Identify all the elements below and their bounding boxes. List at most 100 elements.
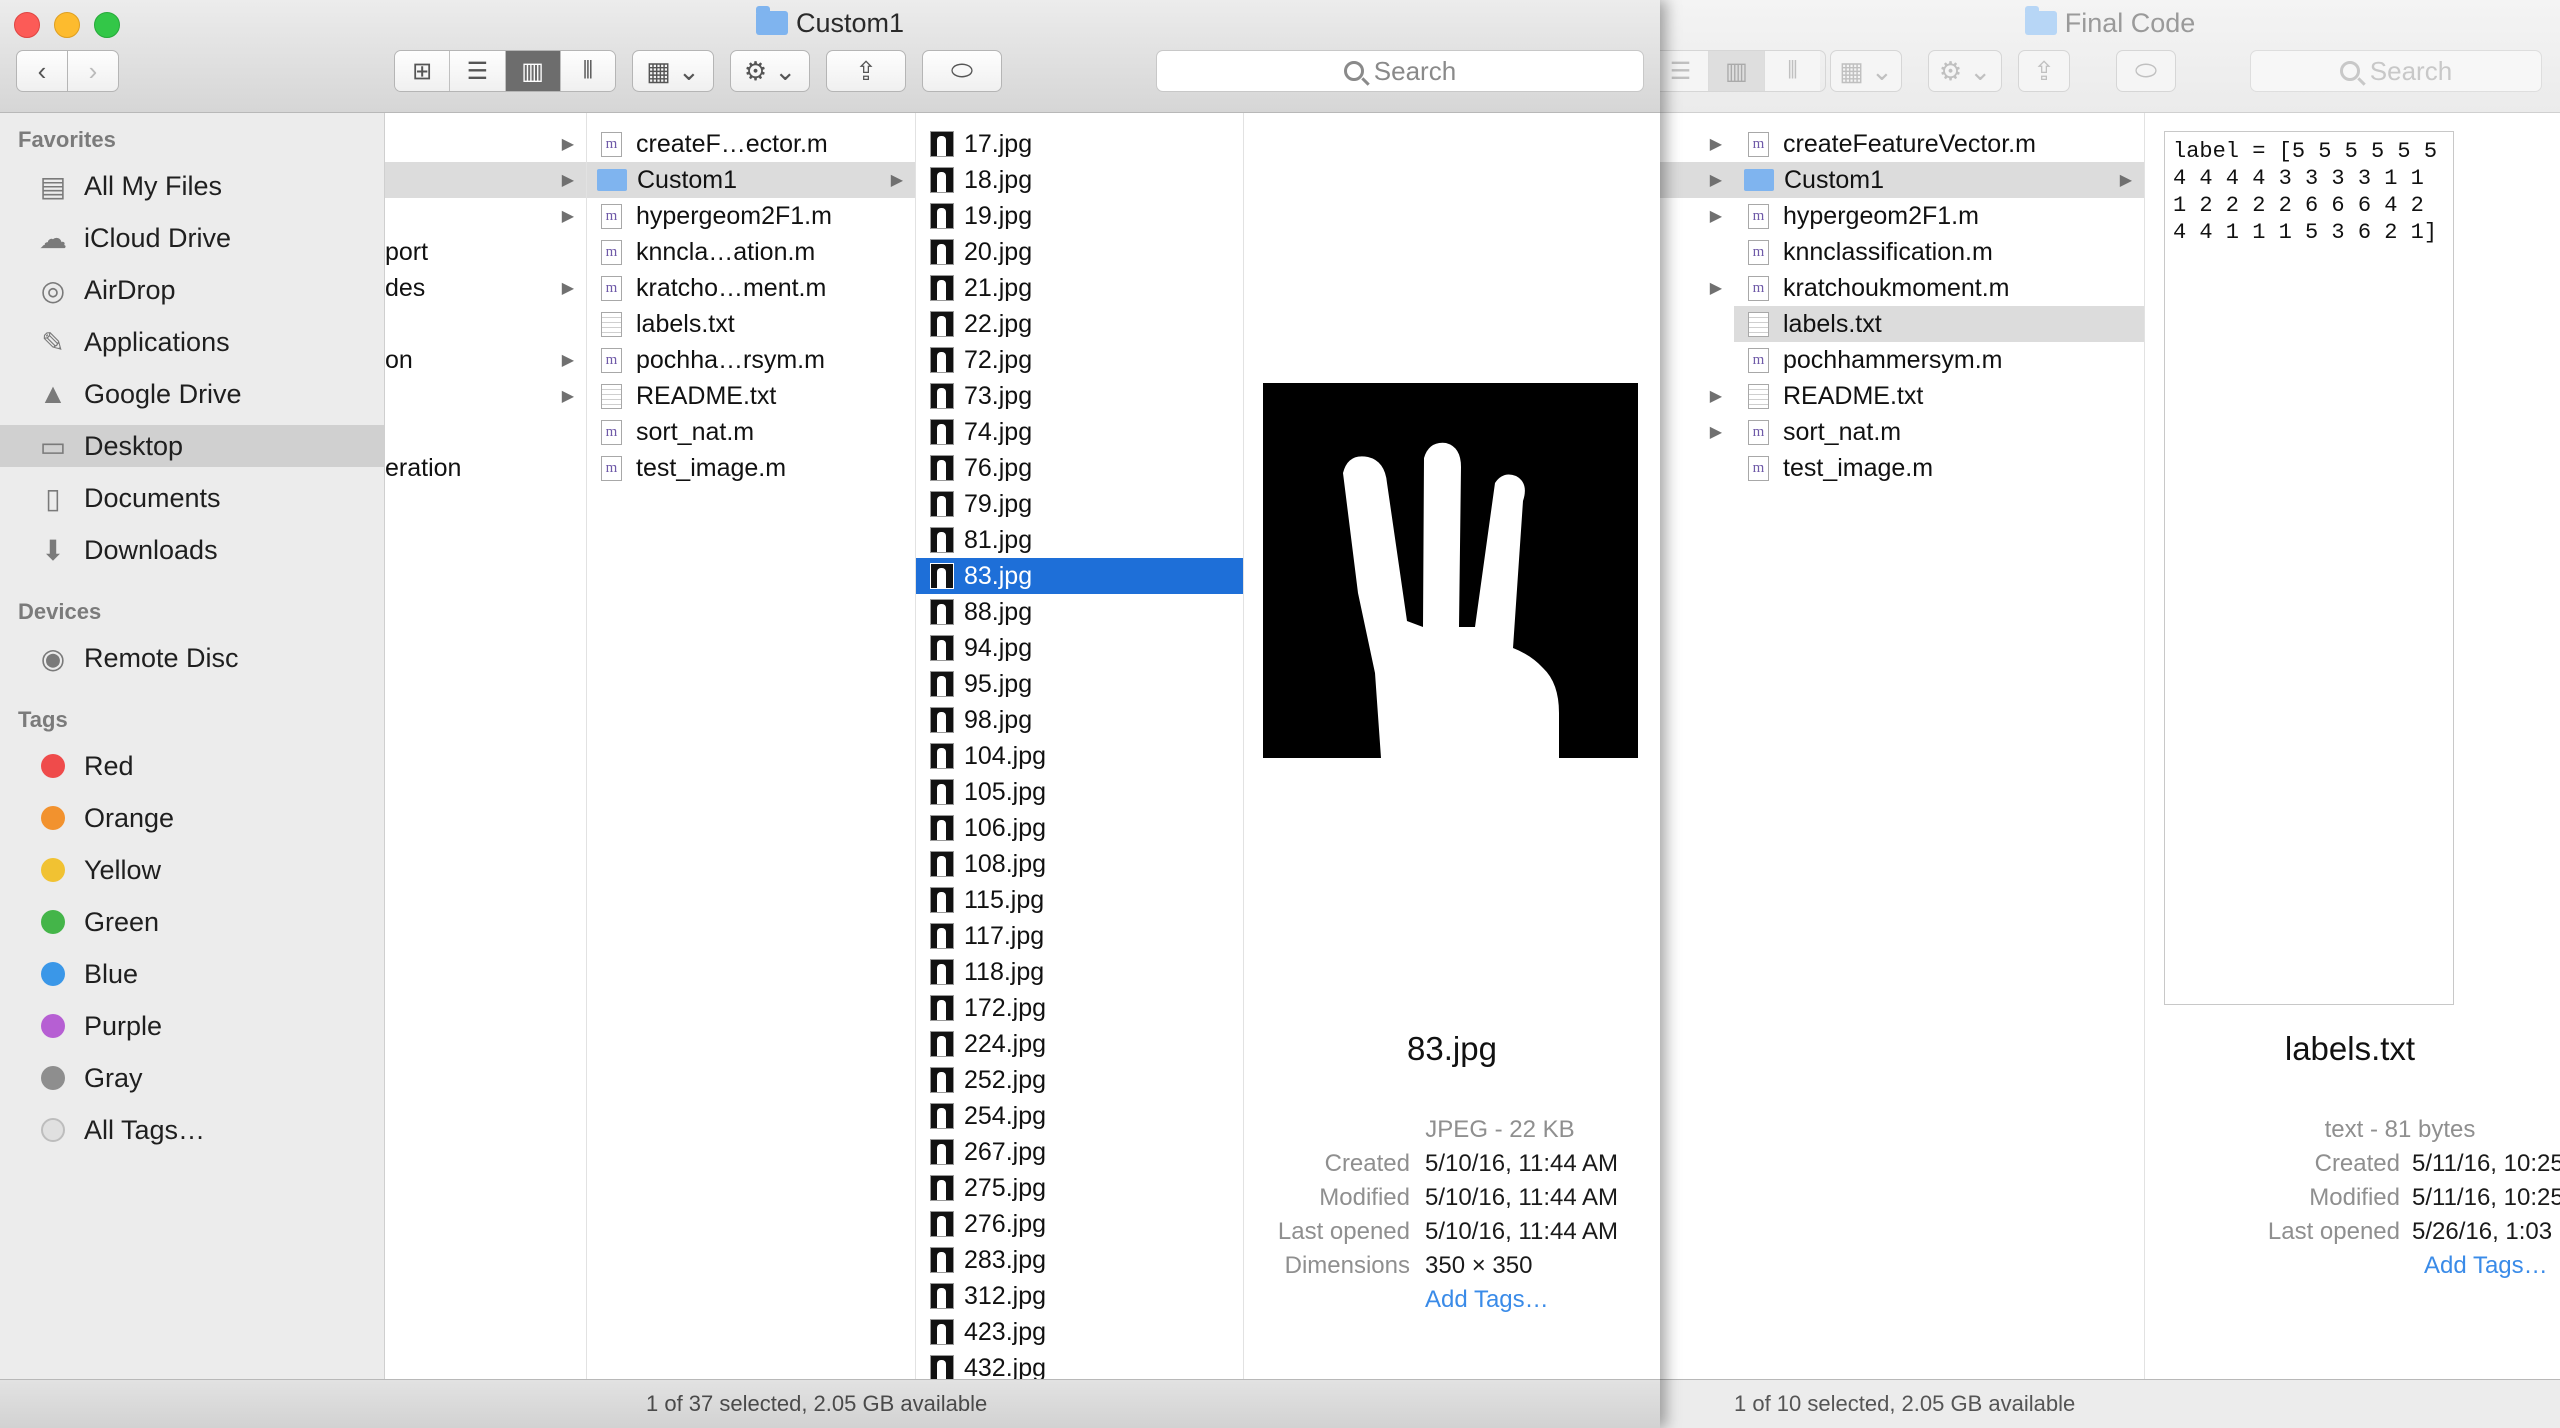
file-row[interactable]: 18.jpg (916, 162, 1243, 198)
file-row[interactable]: 72.jpg (916, 342, 1243, 378)
list-item[interactable]: on ▶ (385, 342, 586, 378)
file-row[interactable]: README.txt (587, 378, 915, 414)
file-row[interactable]: m kratcho…ment.m (587, 270, 915, 306)
file-row[interactable]: m hypergeom2F1.m (587, 198, 915, 234)
share-button[interactable]: ⇪ (2018, 50, 2070, 92)
file-row[interactable]: 95.jpg (916, 666, 1243, 702)
file-row[interactable]: 252.jpg (916, 1062, 1243, 1098)
file-row[interactable]: labels.txt (587, 306, 915, 342)
sidebar-item-icloud-drive[interactable]: ☁ iCloud Drive (0, 217, 384, 259)
list-item[interactable]: ▶ (1660, 198, 1734, 234)
list-item[interactable]: ▶ (385, 198, 586, 234)
file-row[interactable]: 423.jpg (916, 1314, 1243, 1350)
file-row[interactable]: 76.jpg (916, 450, 1243, 486)
file-row[interactable]: 432.jpg (916, 1350, 1243, 1380)
file-row[interactable]: 172.jpg (916, 990, 1243, 1026)
file-row[interactable]: 81.jpg (916, 522, 1243, 558)
action-button[interactable]: ⚙ ⌄ (1928, 50, 2002, 92)
folder-row[interactable]: Custom1 ▶ (587, 162, 915, 198)
file-row[interactable]: m pochhammersym.m (1734, 342, 2144, 378)
sidebar-tag-gray[interactable]: Gray (0, 1057, 384, 1099)
file-row-selected[interactable]: 83.jpg (916, 558, 1243, 594)
search-field[interactable]: Search (1156, 50, 1644, 92)
sidebar-item-remote-disc[interactable]: ◉ Remote Disc (0, 637, 384, 679)
file-row[interactable]: 98.jpg (916, 702, 1243, 738)
file-row[interactable]: m sort_nat.m (587, 414, 915, 450)
forward-button[interactable]: › (67, 50, 119, 92)
column-view-icon[interactable]: ▥ (1709, 51, 1765, 91)
sidebar-tag-yellow[interactable]: Yellow (0, 849, 384, 891)
list-item[interactable]: ▶ (1660, 414, 1734, 450)
sidebar-item-applications[interactable]: ✎ Applications (0, 321, 384, 363)
file-row[interactable]: 21.jpg (916, 270, 1243, 306)
list-item[interactable]: ▶ (1660, 162, 1734, 198)
add-tags-link[interactable]: Add Tags… (2424, 1252, 2548, 1280)
file-row[interactable]: m hypergeom2F1.m (1734, 198, 2144, 234)
sidebar-tag-red[interactable]: Red (0, 745, 384, 787)
file-row[interactable]: 74.jpg (916, 414, 1243, 450)
sidebar-item-google-drive[interactable]: ▲ Google Drive (0, 373, 384, 415)
arrange-button[interactable]: ▦ ⌄ (1830, 50, 1902, 92)
sidebar-item-airdrop[interactable]: ◎ AirDrop (0, 269, 384, 311)
file-row[interactable]: 88.jpg (916, 594, 1243, 630)
add-tags-link[interactable]: Add Tags… (1425, 1286, 1549, 1314)
file-row[interactable]: 19.jpg (916, 198, 1243, 234)
sidebar-tag-green[interactable]: Green (0, 901, 384, 943)
list-item[interactable]: ▶ (385, 162, 586, 198)
file-row[interactable]: m test_image.m (1734, 450, 2144, 486)
file-row[interactable]: 79.jpg (916, 486, 1243, 522)
file-row[interactable]: m createFeatureVector.m (1734, 126, 2144, 162)
sidebar-tag-orange[interactable]: Orange (0, 797, 384, 839)
arrange-button[interactable]: ▦ ⌄ (632, 50, 714, 92)
column-view-icon[interactable]: ▥ (505, 51, 561, 91)
list-item[interactable]: ▶ (1660, 126, 1734, 162)
search-field[interactable]: Search (2250, 50, 2542, 92)
tags-button[interactable]: ⬭ (922, 50, 1002, 92)
file-row[interactable]: m knncla…ation.m (587, 234, 915, 270)
file-row[interactable]: 104.jpg (916, 738, 1243, 774)
file-row[interactable]: 108.jpg (916, 846, 1243, 882)
sidebar-tag-blue[interactable]: Blue (0, 953, 384, 995)
file-row-selected[interactable]: labels.txt (1734, 306, 2144, 342)
file-row[interactable]: 224.jpg (916, 1026, 1243, 1062)
action-button[interactable]: ⚙ ⌄ (730, 50, 810, 92)
list-item[interactable]: eration (385, 450, 586, 486)
file-row[interactable]: m pochha…rsym.m (587, 342, 915, 378)
file-row[interactable]: README.txt (1734, 378, 2144, 414)
file-row[interactable]: m createF…ector.m (587, 126, 915, 162)
file-row[interactable]: 117.jpg (916, 918, 1243, 954)
list-view-icon[interactable]: ☰ (1660, 51, 1709, 91)
file-row[interactable]: 73.jpg (916, 378, 1243, 414)
view-mode-control[interactable]: ☰ ▥ ⫴ (1660, 50, 1826, 92)
file-row[interactable]: 118.jpg (916, 954, 1243, 990)
folder-row[interactable]: Custom1 ▶ (1734, 162, 2144, 198)
share-button[interactable]: ⇪ (826, 50, 906, 92)
sidebar-item-all-my-files[interactable]: ▤ All My Files (0, 165, 384, 207)
cover-flow-icon[interactable]: ⫴ (560, 51, 615, 91)
list-item[interactable]: ▶ (1660, 378, 1734, 414)
sidebar-tag-purple[interactable]: Purple (0, 1005, 384, 1047)
file-row[interactable]: 115.jpg (916, 882, 1243, 918)
icon-view-icon[interactable]: ⊞ (395, 51, 451, 91)
cover-flow-icon[interactable]: ⫴ (1765, 51, 1820, 91)
sidebar-all-tags[interactable]: All Tags… (0, 1109, 384, 1151)
back-button[interactable]: ‹ (16, 50, 68, 92)
file-row[interactable]: 105.jpg (916, 774, 1243, 810)
tags-button[interactable]: ⬭ (2116, 50, 2176, 92)
file-row[interactable]: m kratchoukmoment.m (1734, 270, 2144, 306)
sidebar-item-documents[interactable]: ▯ Documents (0, 477, 384, 519)
file-row[interactable]: 20.jpg (916, 234, 1243, 270)
file-row[interactable]: 312.jpg (916, 1278, 1243, 1314)
file-row[interactable]: 106.jpg (916, 810, 1243, 846)
list-item[interactable]: port (385, 234, 586, 270)
file-row[interactable]: 94.jpg (916, 630, 1243, 666)
file-row[interactable]: 22.jpg (916, 306, 1243, 342)
sidebar-item-downloads[interactable]: ⬇ Downloads (0, 529, 384, 571)
list-item[interactable]: ▶ (385, 126, 586, 162)
sidebar-item-desktop[interactable]: ▭ Desktop (0, 425, 384, 467)
file-row[interactable]: m knnclassification.m (1734, 234, 2144, 270)
file-row[interactable]: 254.jpg (916, 1098, 1243, 1134)
file-row[interactable]: m sort_nat.m (1734, 414, 2144, 450)
file-row[interactable]: 17.jpg (916, 126, 1243, 162)
view-mode-control[interactable]: ⊞ ☰ ▥ ⫴ (394, 50, 616, 92)
